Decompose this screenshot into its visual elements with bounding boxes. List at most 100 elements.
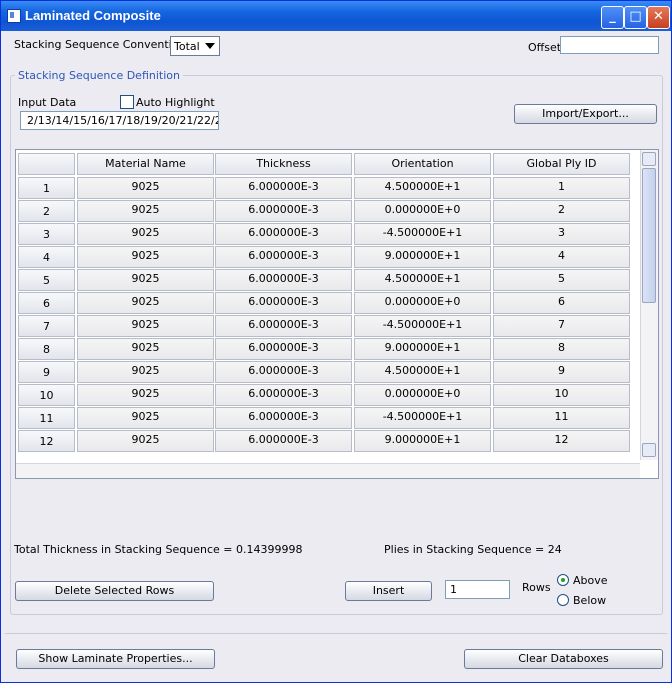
- cell-ply-id[interactable]: 5: [493, 269, 630, 291]
- cell-material[interactable]: 9025: [77, 384, 214, 406]
- ply-table: Material Name Thickness Orientation Glob…: [15, 149, 659, 479]
- total-thickness-text: Total Thickness in Stacking Sequence = 0…: [14, 543, 303, 556]
- cell-material[interactable]: 9025: [77, 292, 214, 314]
- cell-orientation[interactable]: -4.500000E+1: [354, 407, 491, 429]
- row-header[interactable]: 2: [18, 200, 75, 222]
- convention-label: Stacking Sequence Convention: [14, 38, 186, 51]
- horizontal-scrollbar[interactable]: [16, 463, 640, 478]
- column-header-material[interactable]: Material Name: [77, 153, 214, 175]
- cell-thickness[interactable]: 6.000000E-3: [215, 269, 352, 291]
- cell-material[interactable]: 9025: [77, 177, 214, 199]
- cell-thickness[interactable]: 6.000000E-3: [215, 407, 352, 429]
- scroll-thumb[interactable]: [642, 168, 656, 303]
- offset-label: Offset: [528, 41, 562, 54]
- plies-count-text: Plies in Stacking Sequence = 24: [384, 543, 562, 556]
- close-button[interactable]: ✕: [647, 6, 670, 29]
- cell-orientation[interactable]: 9.000000E+1: [354, 338, 491, 360]
- cell-orientation[interactable]: 4.500000E+1: [354, 177, 491, 199]
- cell-orientation[interactable]: 0.000000E+0: [354, 200, 491, 222]
- row-header[interactable]: 12: [18, 430, 75, 452]
- minimize-button[interactable]: _: [601, 6, 624, 29]
- row-header[interactable]: 8: [18, 338, 75, 360]
- cell-orientation[interactable]: 9.000000E+1: [354, 430, 491, 452]
- cell-orientation[interactable]: 0.000000E+0: [354, 292, 491, 314]
- cell-ply-id[interactable]: 9: [493, 361, 630, 383]
- row-header[interactable]: 5: [18, 269, 75, 291]
- cell-material[interactable]: 9025: [77, 200, 214, 222]
- cell-material[interactable]: 9025: [77, 223, 214, 245]
- above-radio[interactable]: [557, 574, 569, 586]
- cell-ply-id[interactable]: 10: [493, 384, 630, 406]
- cell-ply-id[interactable]: 4: [493, 246, 630, 268]
- cell-thickness[interactable]: 6.000000E-3: [215, 292, 352, 314]
- column-header-ply-id[interactable]: Global Ply ID: [493, 153, 630, 175]
- cell-thickness[interactable]: 6.000000E-3: [215, 430, 352, 452]
- cell-material[interactable]: 9025: [77, 430, 214, 452]
- chevron-down-icon: [205, 43, 215, 49]
- cell-ply-id[interactable]: 3: [493, 223, 630, 245]
- offset-field[interactable]: [560, 36, 659, 54]
- cell-thickness[interactable]: 6.000000E-3: [215, 338, 352, 360]
- cell-ply-id[interactable]: 8: [493, 338, 630, 360]
- cell-material[interactable]: 9025: [77, 315, 214, 337]
- input-data-label: Input Data: [18, 96, 77, 109]
- title-bar[interactable]: Laminated Composite _ □ ✕: [1, 1, 671, 31]
- import-export-button[interactable]: Import/Export...: [514, 104, 657, 124]
- delete-selected-rows-button[interactable]: Delete Selected Rows: [15, 581, 214, 601]
- row-header[interactable]: 9: [18, 361, 75, 383]
- cell-thickness[interactable]: 6.000000E-3: [215, 315, 352, 337]
- show-laminate-properties-button[interactable]: Show Laminate Properties...: [16, 649, 215, 669]
- cell-material[interactable]: 9025: [77, 246, 214, 268]
- cell-thickness[interactable]: 6.000000E-3: [215, 384, 352, 406]
- cell-ply-id[interactable]: 2: [493, 200, 630, 222]
- column-header-orientation[interactable]: Orientation: [354, 153, 491, 175]
- laminated-composite-window: Laminated Composite _ □ ✕ Stacking Seque…: [0, 0, 672, 683]
- cell-material[interactable]: 9025: [77, 361, 214, 383]
- row-header[interactable]: 11: [18, 407, 75, 429]
- row-header[interactable]: 4: [18, 246, 75, 268]
- cell-thickness[interactable]: 6.000000E-3: [215, 177, 352, 199]
- row-header[interactable]: 6: [18, 292, 75, 314]
- rows-label: Rows: [522, 581, 551, 594]
- cell-ply-id[interactable]: 12: [493, 430, 630, 452]
- cell-material[interactable]: 9025: [77, 338, 214, 360]
- input-data-field[interactable]: 2/13/14/15/16/17/18/19/20/21/22/23/24: [20, 111, 219, 130]
- close-icon: ✕: [653, 9, 664, 24]
- cell-orientation[interactable]: -4.500000E+1: [354, 315, 491, 337]
- below-label: Below: [573, 594, 607, 607]
- cell-orientation[interactable]: 0.000000E+0: [354, 384, 491, 406]
- cell-thickness[interactable]: 6.000000E-3: [215, 361, 352, 383]
- auto-highlight-checkbox[interactable]: [120, 95, 134, 109]
- below-radio[interactable]: [557, 594, 569, 606]
- cell-orientation[interactable]: 9.000000E+1: [354, 246, 491, 268]
- cell-ply-id[interactable]: 1: [493, 177, 630, 199]
- cell-thickness[interactable]: 6.000000E-3: [215, 200, 352, 222]
- insert-count-field[interactable]: 1: [445, 580, 510, 599]
- cell-ply-id[interactable]: 6: [493, 292, 630, 314]
- row-header[interactable]: 1: [18, 177, 75, 199]
- clear-databoxes-button[interactable]: Clear Databoxes: [464, 649, 663, 669]
- group-title: Stacking Sequence Definition: [15, 69, 183, 82]
- cell-material[interactable]: 9025: [77, 407, 214, 429]
- row-header[interactable]: 10: [18, 384, 75, 406]
- window-title: Laminated Composite: [25, 8, 161, 23]
- cell-ply-id[interactable]: 11: [493, 407, 630, 429]
- cell-ply-id[interactable]: 7: [493, 315, 630, 337]
- scroll-up-button[interactable]: [642, 152, 656, 166]
- row-header[interactable]: 3: [18, 223, 75, 245]
- maximize-icon: □: [629, 9, 642, 24]
- row-header[interactable]: 7: [18, 315, 75, 337]
- cell-thickness[interactable]: 6.000000E-3: [215, 246, 352, 268]
- cell-material[interactable]: 9025: [77, 269, 214, 291]
- maximize-button[interactable]: □: [624, 6, 647, 29]
- insert-button[interactable]: Insert: [345, 581, 432, 601]
- cell-thickness[interactable]: 6.000000E-3: [215, 223, 352, 245]
- column-header-thickness[interactable]: Thickness: [215, 153, 352, 175]
- vertical-scrollbar[interactable]: [640, 150, 658, 460]
- cell-orientation[interactable]: 4.500000E+1: [354, 361, 491, 383]
- convention-select[interactable]: Total: [170, 36, 220, 56]
- cell-orientation[interactable]: 4.500000E+1: [354, 269, 491, 291]
- scroll-down-button[interactable]: [642, 443, 656, 457]
- cell-orientation[interactable]: -4.500000E+1: [354, 223, 491, 245]
- convention-value: Total: [174, 40, 200, 53]
